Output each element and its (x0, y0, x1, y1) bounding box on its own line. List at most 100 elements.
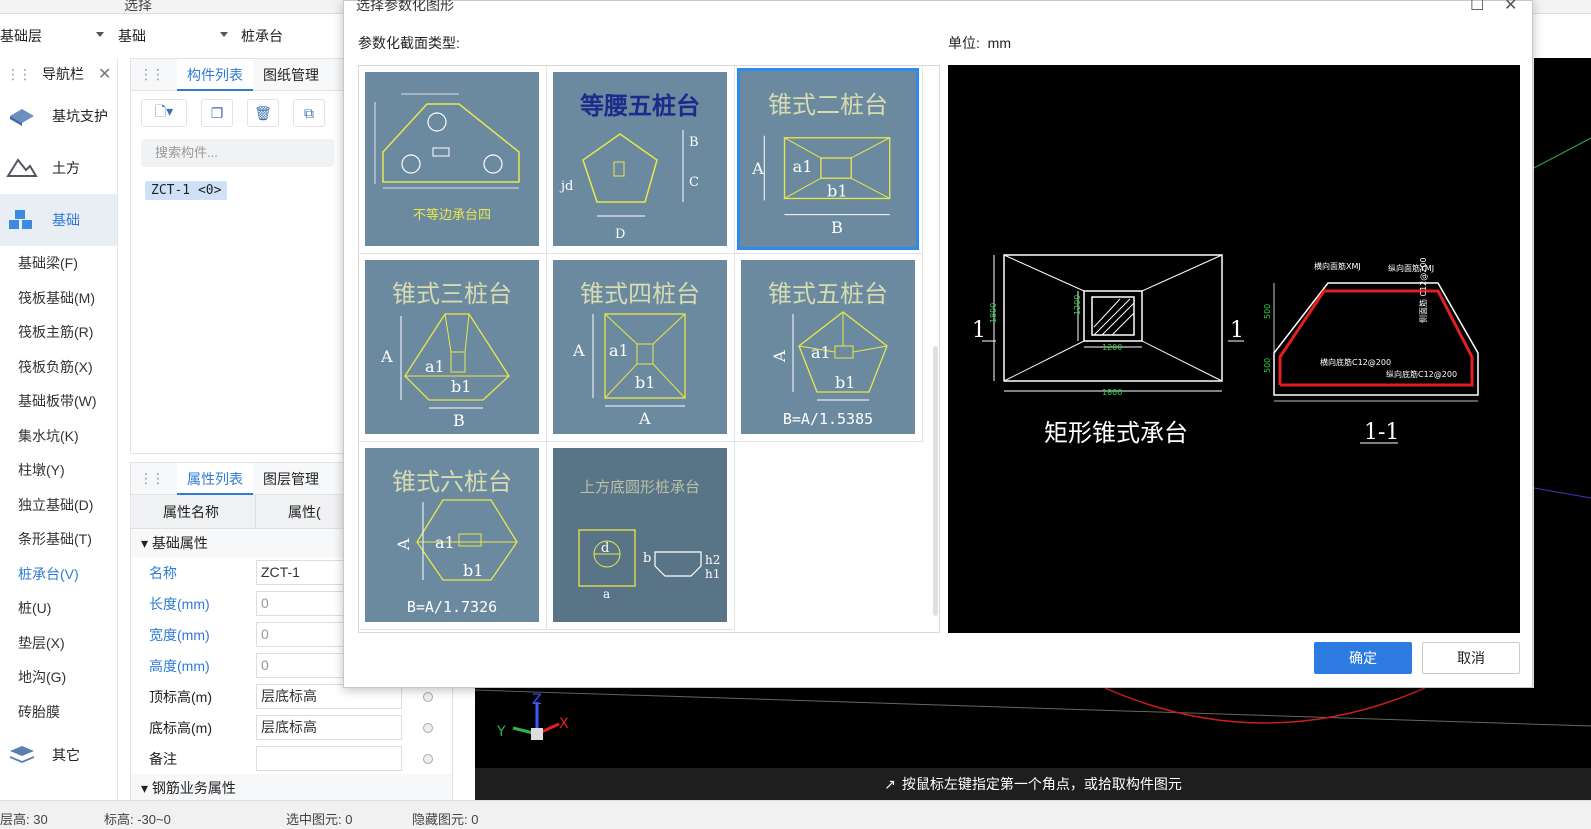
svg-text:b1: b1 (827, 181, 848, 200)
shape-tile-isosceles-five[interactable]: 等腰五桩台 B C D jd (547, 66, 735, 254)
shape-tile-unequal-four[interactable]: 不等边承台四 (359, 66, 547, 254)
drag-grip-icon[interactable]: ⋮⋮ (139, 66, 165, 83)
chevron-down-icon (96, 32, 104, 37)
label-bottom-transverse: 横向底筋C12@200 (1320, 357, 1391, 367)
svg-text:a1: a1 (425, 357, 445, 376)
canvas-lines: Z Y X (474, 687, 1591, 740)
duplicate-button[interactable]: ⧉ (293, 99, 325, 127)
shape-tile-cone-five[interactable]: 锥式五桩台 A a1 b1 B=A/1.5385 (735, 254, 923, 442)
type-select[interactable]: 桩承台 (241, 26, 341, 48)
parametric-shape-dialog: 选择参数化图形 ☐ ✕ 参数化截面类型: 单位: mm 不等边承台四 等腰五桩台… (343, 0, 1533, 688)
svg-text:a: a (603, 587, 610, 601)
svg-text:B: B (689, 135, 699, 150)
nav-category-earthwork[interactable]: 土方 (0, 142, 117, 194)
label-top-transverse: 横向面筋XMJ (1314, 261, 1361, 271)
nav-category-other[interactable]: 其它 (0, 729, 117, 781)
dim-plan-width: 1800 (1102, 388, 1122, 397)
tile-caption: 不等边承台四 (412, 208, 491, 223)
property-row: 底标高(m) 层底标高 (131, 712, 452, 743)
dim-inner-height: 1200 (1073, 295, 1082, 315)
dim-section-lower: 500 (1263, 358, 1272, 373)
nav-item[interactable]: 砖胎膜 (0, 695, 117, 730)
nav-item[interactable]: 垫层(X) (0, 626, 117, 661)
nav-item[interactable]: 条形基础(T) (0, 522, 117, 557)
status-hidden: 隐藏图元: 0 (412, 812, 479, 827)
nav-item[interactable]: 筏板主筋(R) (0, 315, 117, 350)
attach-checkbox[interactable] (423, 691, 433, 702)
attach-checkbox[interactable] (423, 722, 433, 733)
attach-checkbox[interactable] (423, 753, 433, 764)
nav-item[interactable]: 集水坑(K) (0, 419, 117, 454)
nav-item[interactable]: 基础板带(W) (0, 384, 117, 419)
svg-text:B: B (831, 218, 843, 237)
nav-category-foundation[interactable]: 基础 (0, 194, 117, 246)
drag-grip-icon[interactable]: ⋮⋮ (139, 470, 165, 487)
tile-image: 锥式六桩台 A a1 b1 B=A/1.7326 (365, 448, 539, 622)
dim-inner-width: 1200 (1102, 343, 1122, 352)
canvas-lines (1533, 137, 1591, 499)
tile-image: 锥式四桩台 A a1 b1 A (553, 260, 727, 434)
section-mark-right: 1 (1230, 318, 1244, 343)
tile-image: 等腰五桩台 B C D jd (553, 72, 727, 246)
nav-item[interactable]: 桩(U) (0, 591, 117, 626)
svg-text:b1: b1 (463, 561, 483, 580)
svg-text:A: A (770, 350, 789, 363)
close-icon[interactable]: ✕ (98, 64, 111, 84)
shape-tile-cone-six[interactable]: 锥式六桩台 A a1 b1 B=A/1.7326 (359, 442, 547, 630)
duplicate-icon: ⧉ (304, 104, 314, 121)
search-input[interactable]: 搜索构件... (141, 139, 334, 167)
nav-item[interactable]: 柱墩(Y) (0, 453, 117, 488)
component-list-panel: ⋮⋮ 构件列表 图纸管理 🗋▾ ❐ 🗑 ⧉ 搜索构件... ZCT-1 <0> (130, 58, 345, 454)
close-icon[interactable]: ✕ (1504, 0, 1517, 15)
copy-button[interactable]: ❐ (201, 99, 233, 127)
dim-section-upper: 500 (1263, 304, 1272, 319)
dim-plan-height: 1800 (989, 303, 998, 323)
floor-select[interactable]: 基础层 (0, 26, 108, 48)
drawing-canvas-edge[interactable] (1533, 58, 1591, 688)
tab-component-list[interactable]: 构件列表 (177, 58, 253, 91)
nav-item[interactable]: 筏板负筋(X) (0, 350, 117, 385)
navigation-panel: ⋮⋮ 导航栏 ✕ 基坑支护 土方 基础 基础梁(F) 筏板基础(M) 筏板主筋(… (0, 58, 118, 800)
svg-text:b1: b1 (451, 377, 471, 396)
remark-field[interactable] (256, 746, 402, 771)
bottom-elevation-field[interactable]: 层底标高 (256, 715, 402, 740)
group-rebar-properties[interactable]: ▾ 钢筋业务属性 (131, 774, 452, 802)
shape-preview: 1 1 1800 1800 1200 1200 矩形锥式承台 横向面筋XMJ 纵… (948, 65, 1520, 633)
delete-button[interactable]: 🗑 (247, 99, 279, 127)
trash-icon: 🗑 (254, 104, 272, 121)
svg-text:D: D (615, 227, 625, 242)
drag-grip-icon[interactable]: ⋮⋮ (6, 66, 32, 83)
tab-layer-management[interactable]: 图层管理 (253, 463, 329, 495)
cancel-button[interactable]: 取消 (1422, 642, 1520, 674)
pentagon-diagram: B C D jd (559, 130, 699, 242)
cone-two-diagram: A a1 b1 B (751, 135, 891, 237)
tab-property-list[interactable]: 属性列表 (177, 462, 253, 495)
shape-tile-cone-three[interactable]: 锥式三桩台 A a1 b1 B (359, 254, 547, 442)
nav-item[interactable]: 基础梁(F) (0, 246, 117, 281)
status-floor-height: 层高: 30 (0, 812, 48, 827)
svg-text:A: A (638, 409, 651, 428)
shape-tile-round-pile-cap[interactable]: 上方底圆形桩承台 d b a h2 h1 (547, 442, 735, 630)
shape-tile-cone-four[interactable]: 锥式四桩台 A a1 b1 A (547, 254, 735, 442)
plan-caption: 矩形锥式承台 (1044, 419, 1188, 447)
grid-scrollbar[interactable] (933, 346, 938, 616)
category-select[interactable]: 基础 (118, 26, 232, 48)
tile-image: 锥式三桩台 A a1 b1 B (365, 260, 539, 434)
confirm-button[interactable]: 确定 (1314, 642, 1412, 674)
nav-item-pile-cap[interactable]: 桩承台(V) (0, 557, 117, 592)
new-component-button[interactable]: 🗋▾ (141, 99, 187, 127)
component-item[interactable]: ZCT-1 <0> (145, 181, 228, 200)
earthwork-icon (6, 158, 38, 177)
nav-item[interactable]: 独立基础(D) (0, 488, 117, 523)
component-tabs: ⋮⋮ 构件列表 图纸管理 (131, 58, 344, 91)
nav-item[interactable]: 地沟(G) (0, 660, 117, 695)
svg-text:A: A (380, 347, 393, 366)
maximize-icon[interactable]: ☐ (1470, 0, 1484, 15)
svg-text:h2: h2 (705, 553, 720, 567)
tile-note: B=A/1.7326 (406, 598, 498, 616)
nav-item[interactable]: 筏板基础(M) (0, 281, 117, 316)
ribbon-select-label[interactable]: 选择 (124, 0, 152, 15)
shape-tile-cone-two[interactable]: 锥式二桩台 A a1 b1 B (735, 66, 923, 254)
tab-drawing-management[interactable]: 图纸管理 (253, 59, 329, 91)
nav-category-foundation-pit[interactable]: 基坑支护 (0, 90, 117, 142)
